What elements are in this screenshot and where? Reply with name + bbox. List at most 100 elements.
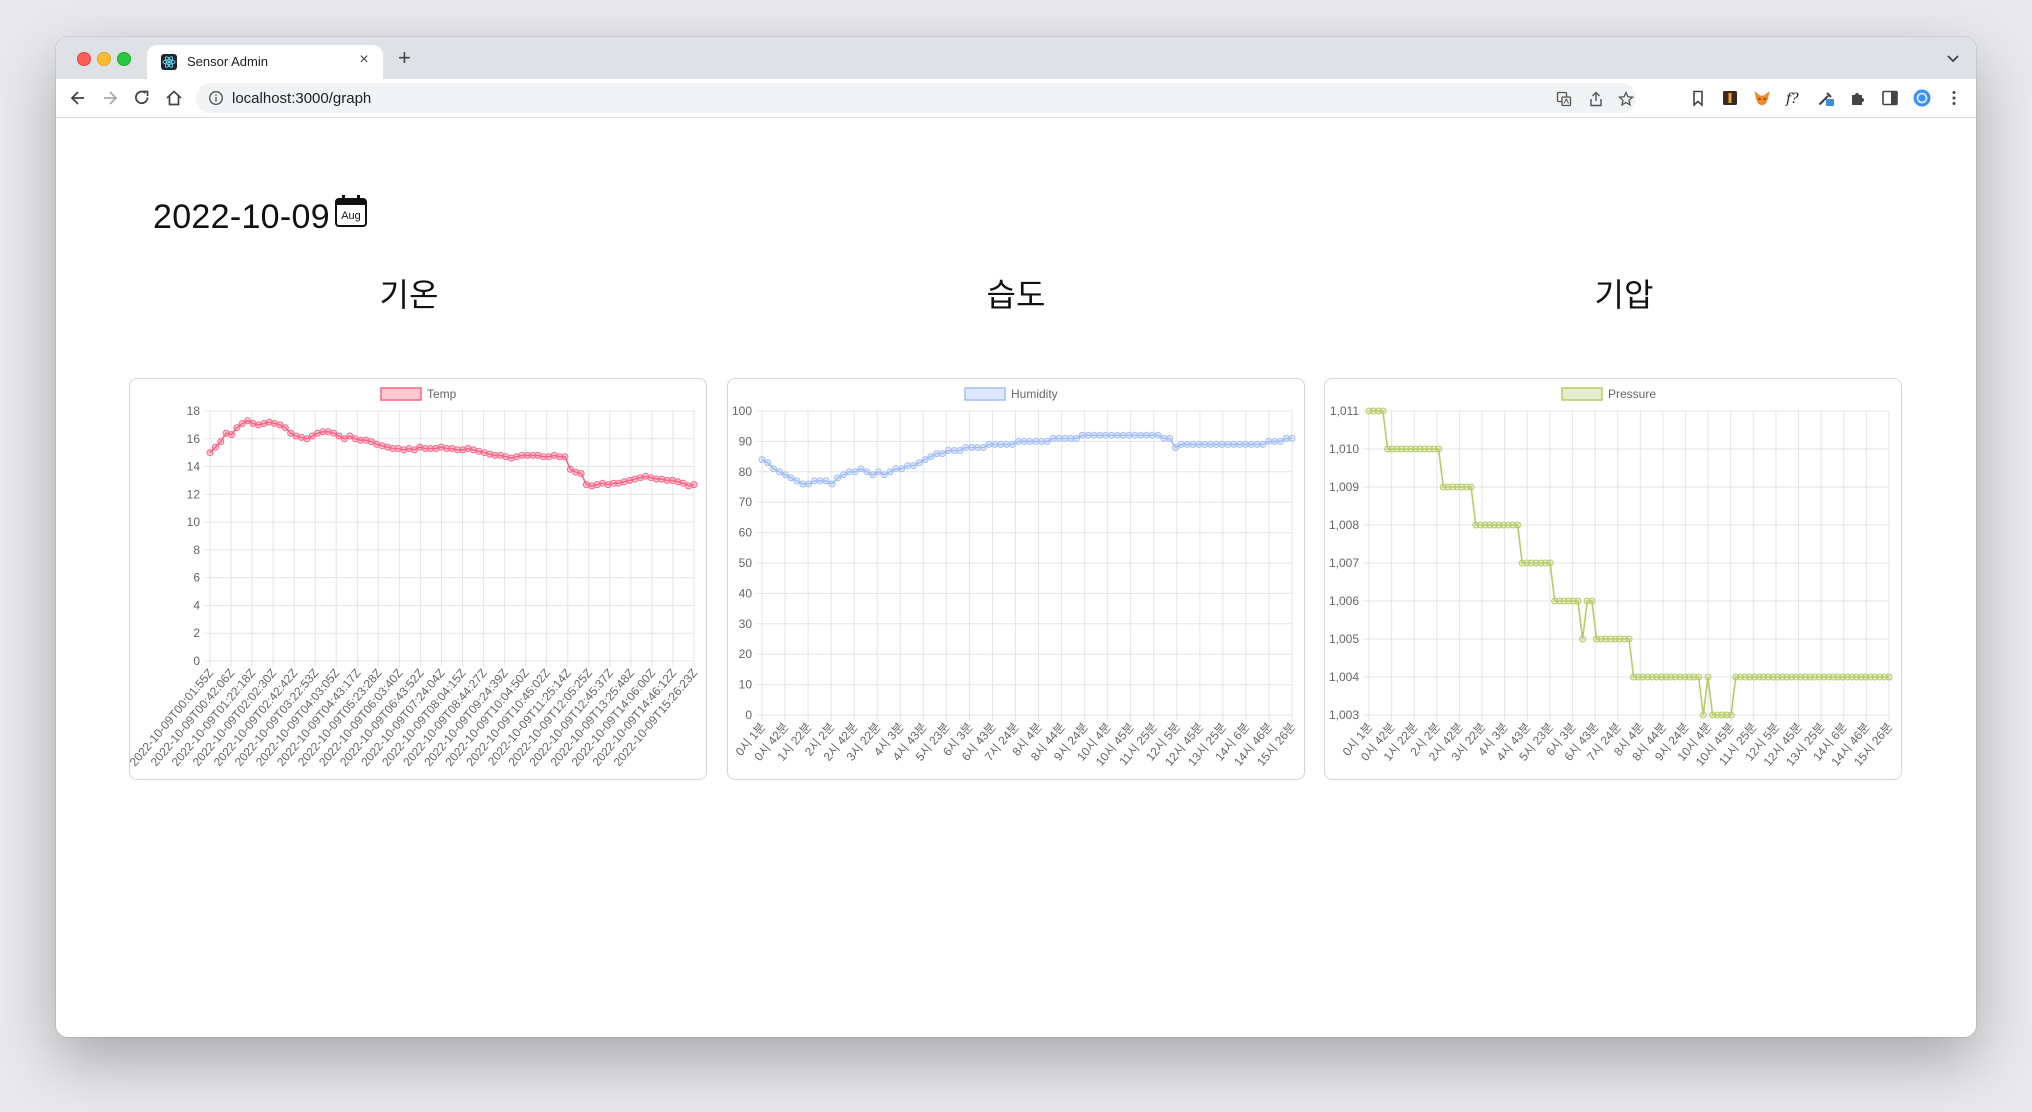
data-point	[1379, 407, 1387, 415]
data-point	[1061, 434, 1069, 442]
y-tick-label: 90	[739, 434, 753, 448]
data-point	[1020, 437, 1028, 445]
legend-label: Pressure	[1608, 387, 1656, 401]
data-point	[991, 440, 999, 448]
data-point	[1224, 440, 1232, 448]
bookmark-star-icon[interactable]	[1618, 91, 1634, 107]
data-point	[690, 481, 698, 489]
data-point	[1271, 437, 1278, 445]
svg-text:f?: f?	[1785, 91, 1799, 107]
data-point	[281, 424, 289, 432]
data-point	[1212, 440, 1220, 448]
data-point	[1588, 597, 1596, 605]
y-tick-label: 1,010	[1329, 442, 1359, 456]
y-tick-label: 1,008	[1329, 518, 1359, 532]
data-point	[1055, 434, 1063, 442]
data-point	[1514, 521, 1522, 529]
data-point	[1704, 673, 1712, 681]
tab-close-icon[interactable]: ×	[355, 51, 373, 69]
data-point	[944, 447, 952, 454]
calendar-icon[interactable]: Aug	[334, 194, 368, 228]
humidity-chart-card: Humidity 0 10 20 30 40 50 60 70 80 90 100 0시 1분 0시 42…	[727, 378, 1305, 780]
y-tick-label: 18	[187, 404, 201, 418]
share-icon[interactable]	[1588, 91, 1604, 107]
data-point	[1265, 437, 1273, 445]
data-point	[1014, 437, 1022, 445]
address-bar[interactable]: localhost:3000/graph	[196, 83, 1636, 113]
bookmark-icon[interactable]	[1688, 88, 1708, 108]
data-point	[1166, 434, 1174, 442]
new-tab-button[interactable]: +	[398, 47, 411, 69]
data-point	[206, 449, 214, 457]
data-point	[1253, 440, 1261, 448]
data-point	[810, 477, 818, 485]
data-point	[840, 471, 847, 479]
profile-avatar-icon[interactable]	[1912, 88, 1932, 108]
data-point	[869, 471, 877, 479]
data-point	[787, 474, 795, 482]
data-point	[793, 477, 801, 485]
browser-tab[interactable]: Sensor Admin ×	[147, 45, 383, 79]
temp-chart: Temp0246810121416182022-10-09T00:01:55Z2…	[130, 387, 700, 769]
y-tick-label: 1,003	[1329, 708, 1359, 722]
data-point	[1096, 431, 1104, 439]
data-point	[1154, 431, 1162, 439]
data-point	[1467, 483, 1475, 491]
data-point	[1003, 440, 1011, 448]
date-value: 2022-10-09	[153, 198, 330, 236]
y-tick-label: 16	[187, 432, 201, 446]
tab-search-chevron-icon[interactable]	[1946, 51, 1960, 65]
fox-wallet-icon[interactable]	[1752, 88, 1772, 108]
data-point	[1108, 431, 1115, 439]
series-line	[209, 419, 695, 487]
data-point	[880, 471, 888, 479]
data-point	[886, 468, 894, 476]
data-point	[1435, 445, 1443, 453]
y-tick-label: 50	[739, 556, 753, 570]
home-icon[interactable]	[164, 88, 184, 108]
data-point	[1119, 431, 1127, 439]
data-point	[875, 468, 882, 476]
data-point	[781, 471, 789, 479]
data-point	[1113, 431, 1121, 439]
data-point	[857, 465, 865, 473]
data-point	[1276, 437, 1284, 445]
reload-icon[interactable]	[132, 88, 152, 108]
maximize-window-button[interactable]	[117, 52, 131, 66]
data-point	[1067, 434, 1075, 442]
side-panel-icon[interactable]	[1880, 88, 1900, 108]
data-point	[974, 444, 981, 451]
extensions-puzzle-icon[interactable]	[1848, 88, 1868, 108]
eyedropper-icon[interactable]	[1816, 88, 1836, 108]
data-point	[828, 480, 836, 488]
y-tick-label: 6	[193, 571, 200, 585]
data-point	[1695, 673, 1703, 681]
data-point	[1038, 437, 1046, 445]
data-point	[1078, 431, 1086, 439]
date-picker[interactable]: 2022-10-09 Aug	[153, 195, 367, 237]
pressure-chart-card: Pressure 1,003 1,004 1,005 1,006 1,007 1,008 1,…	[1324, 378, 1902, 780]
data-point	[816, 477, 824, 485]
y-tick-label: 10	[739, 678, 753, 692]
legend-label: Humidity	[1011, 387, 1058, 401]
data-point	[1125, 431, 1133, 439]
extension-box-icon[interactable]	[1720, 88, 1740, 108]
data-point	[799, 480, 807, 488]
minimize-window-button[interactable]	[97, 52, 111, 66]
close-window-button[interactable]	[77, 52, 91, 66]
function-icon[interactable]: f?	[1784, 88, 1804, 108]
calendar-icon-text: Aug	[341, 210, 361, 222]
y-tick-label: 100	[732, 404, 752, 418]
data-point	[834, 474, 842, 482]
data-point	[1625, 635, 1633, 643]
data-point	[577, 470, 585, 477]
back-arrow-icon[interactable]	[68, 88, 88, 108]
data-point	[1073, 434, 1080, 442]
data-point	[1026, 437, 1034, 445]
translate-icon[interactable]	[1556, 91, 1572, 107]
data-point	[1218, 440, 1226, 448]
data-point	[933, 450, 941, 458]
forward-arrow-icon[interactable]	[100, 88, 120, 108]
more-menu-icon[interactable]	[1944, 88, 1964, 108]
site-info-icon[interactable]	[208, 90, 224, 106]
